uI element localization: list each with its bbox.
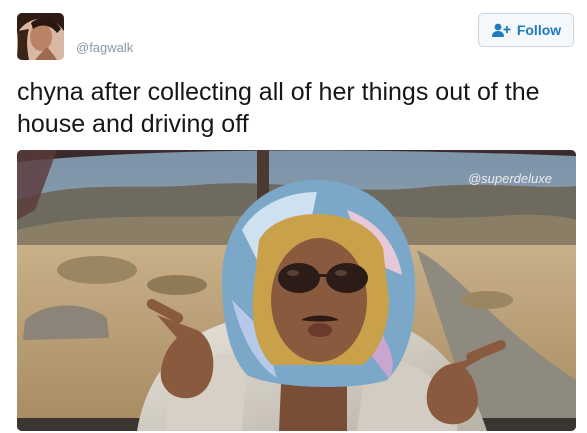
tweet-text: chyna after collecting all of her things… [17,78,540,138]
media-watermark: @superdeluxe [467,171,552,186]
media-image [17,150,576,431]
follow-label: Follow [516,22,562,38]
avatar[interactable] [17,13,64,60]
person-plus-icon [491,22,511,38]
user-handle[interactable]: @fagwalk [76,40,133,55]
follow-button[interactable]: Follow [478,13,574,47]
avatar-image [17,13,64,60]
tweet-media[interactable]: @superdeluxe [17,150,576,431]
